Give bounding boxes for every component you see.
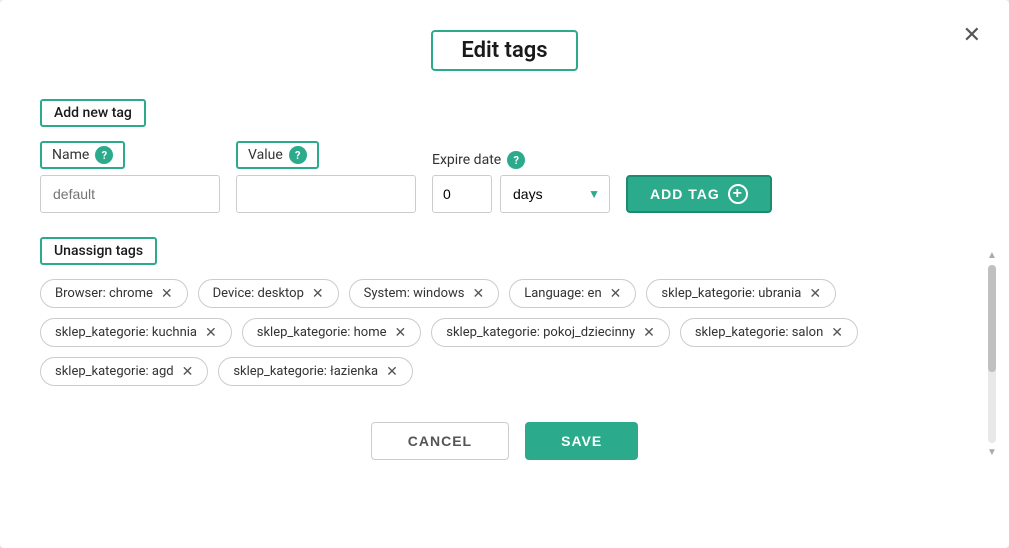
add-new-tag-section: Add new tag Name ? Value ?: [40, 99, 969, 213]
tag-remove-button[interactable]: ✕: [809, 287, 821, 301]
list-item: sklep_kategorie: kuchnia ✕: [40, 318, 232, 347]
list-item: sklep_kategorie: łazienka ✕: [218, 357, 413, 386]
name-label: Name ?: [40, 141, 125, 169]
tag-remove-button[interactable]: ✕: [205, 326, 217, 340]
modal-header: Edit tags: [40, 30, 969, 71]
scroll-track[interactable]: [988, 265, 996, 443]
tags-row-2: sklep_kategorie: kuchnia ✕ sklep_kategor…: [40, 318, 969, 347]
tags-area: Browser: chrome ✕ Device: desktop ✕ Syst…: [40, 279, 969, 386]
form-row: Name ? Value ? Expire date ?: [40, 141, 969, 213]
expire-label: Expire date ?: [432, 151, 610, 169]
scrollbar[interactable]: ▲ ▼: [987, 250, 997, 458]
tag-remove-button[interactable]: ✕: [182, 365, 194, 379]
value-input[interactable]: [236, 175, 416, 213]
list-item: System: windows ✕: [349, 279, 500, 308]
list-item: Language: en ✕: [509, 279, 636, 308]
add-icon: +: [728, 184, 748, 204]
add-tag-button[interactable]: ADD TAG +: [626, 175, 772, 213]
add-tag-label: ADD TAG: [650, 186, 720, 202]
scroll-down-icon[interactable]: ▼: [987, 447, 997, 458]
close-button[interactable]: ✕: [963, 24, 981, 46]
list-item: Device: desktop ✕: [198, 279, 339, 308]
expire-help-icon: ?: [507, 151, 525, 169]
expire-date-group: Expire date ? days weeks months ▼: [432, 151, 610, 213]
tag-remove-button[interactable]: ✕: [610, 287, 622, 301]
list-item: Browser: chrome ✕: [40, 279, 188, 308]
list-item: sklep_kategorie: salon ✕: [680, 318, 858, 347]
unassign-tags-section: Unassign tags Browser: chrome ✕ Device: …: [40, 237, 969, 386]
tag-remove-button[interactable]: ✕: [312, 287, 324, 301]
name-help-icon: ?: [95, 146, 113, 164]
name-field-group: Name ?: [40, 141, 220, 213]
scroll-up-icon[interactable]: ▲: [987, 250, 997, 261]
save-button[interactable]: SAVE: [525, 422, 638, 460]
list-item: sklep_kategorie: agd ✕: [40, 357, 208, 386]
value-field-group: Value ?: [236, 141, 416, 213]
scroll-thumb[interactable]: [988, 265, 996, 372]
tag-remove-button[interactable]: ✕: [386, 365, 398, 379]
add-new-tag-label: Add new tag: [40, 99, 146, 127]
unassign-tags-label: Unassign tags: [40, 237, 157, 265]
tags-row-1: Browser: chrome ✕ Device: desktop ✕ Syst…: [40, 279, 969, 308]
tag-remove-button[interactable]: ✕: [395, 326, 407, 340]
expire-number-input[interactable]: [432, 175, 492, 213]
value-help-icon: ?: [289, 146, 307, 164]
expire-row: days weeks months ▼: [432, 175, 610, 213]
modal-footer: CANCEL SAVE: [40, 422, 969, 460]
cancel-button[interactable]: CANCEL: [371, 422, 509, 460]
list-item: sklep_kategorie: pokoj_dziecinny ✕: [431, 318, 670, 347]
modal-title: Edit tags: [431, 30, 577, 71]
tag-remove-button[interactable]: ✕: [831, 326, 843, 340]
expire-unit-wrapper: days weeks months ▼: [500, 175, 610, 213]
tag-remove-button[interactable]: ✕: [643, 326, 655, 340]
edit-tags-modal: Edit tags ✕ Add new tag Name ? Value ?: [0, 0, 1009, 548]
tag-remove-button[interactable]: ✕: [161, 287, 173, 301]
tags-row-3: sklep_kategorie: agd ✕ sklep_kategorie: …: [40, 357, 969, 386]
value-label: Value ?: [236, 141, 319, 169]
expire-unit-select[interactable]: days weeks months: [500, 175, 610, 213]
list-item: sklep_kategorie: home ✕: [242, 318, 421, 347]
list-item: sklep_kategorie: ubrania ✕: [646, 279, 836, 308]
name-input[interactable]: [40, 175, 220, 213]
tag-remove-button[interactable]: ✕: [472, 287, 484, 301]
